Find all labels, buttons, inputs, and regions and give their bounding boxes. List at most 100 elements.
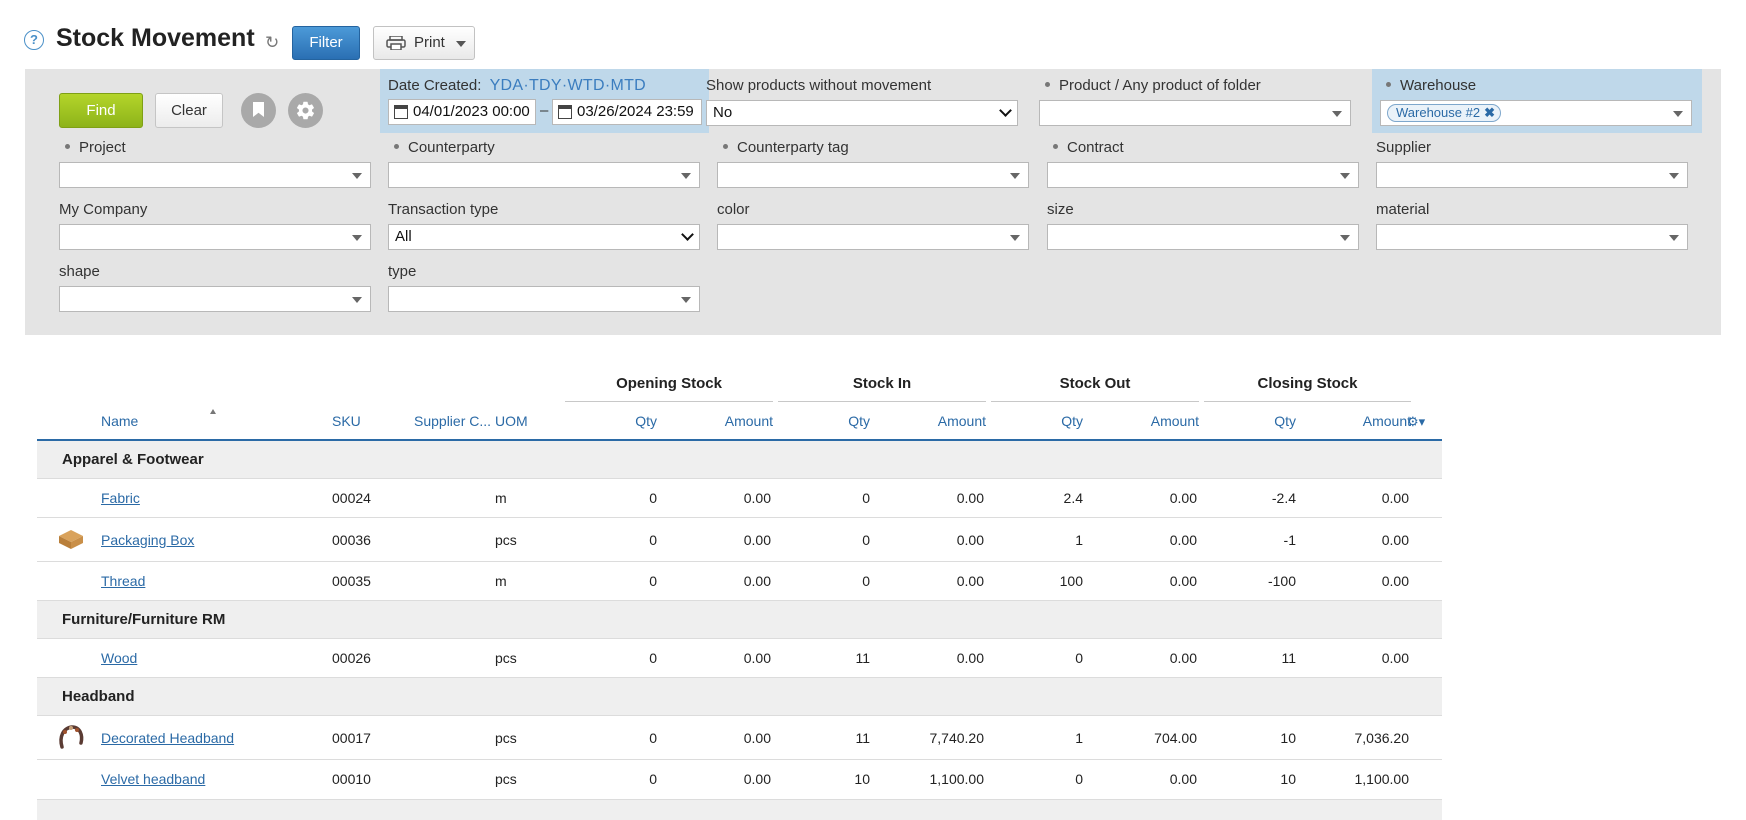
category-name: Headband [62,688,135,705]
column-header-out-amount[interactable]: Amount [1119,413,1199,429]
filter-button[interactable]: Filter [292,26,360,60]
date-to-input[interactable]: 03/26/2024 23:59 [552,99,702,125]
find-button[interactable]: Find [59,93,143,128]
column-header-out-qty[interactable]: Qty [1023,413,1083,429]
bookmark-button[interactable] [241,93,276,128]
help-icon[interactable]: ? [24,30,44,50]
warehouse-tag[interactable]: Warehouse #2 ✖ [1387,104,1502,122]
in-qty-cell: 11 [855,650,870,666]
gear-icon [296,101,315,120]
column-header-closing-amount[interactable]: Amount [1331,413,1411,429]
out-amount-cell: 0.00 [1169,771,1197,787]
chevron-down-icon [681,228,694,241]
calendar-icon[interactable] [394,105,408,119]
sku-cell: 00010 [332,771,371,787]
date-from-value: 04/01/2023 00:00 [413,103,530,120]
category-row [37,800,1442,820]
in-qty-cell: 0 [862,573,870,589]
counterparty-tag-select[interactable] [717,162,1029,188]
product-link[interactable]: Thread [101,573,145,589]
type-label: type [388,263,417,280]
printer-icon [386,36,406,50]
print-button[interactable]: Print [373,26,475,60]
opening-qty-cell: 0 [649,771,657,787]
opening-qty-cell: 0 [649,650,657,666]
counterparty-select[interactable] [388,162,700,188]
product-link[interactable]: Decorated Headband [101,730,234,746]
show-without-movement-select[interactable]: No [706,100,1018,126]
supplier-select[interactable] [1376,162,1688,188]
uom-cell: pcs [495,650,517,666]
closing-qty-cell: 10 [1280,730,1296,746]
close-icon[interactable]: ✖ [1484,105,1495,121]
material-select[interactable] [1376,224,1688,250]
transaction-type-select[interactable]: All [388,224,700,250]
color-select[interactable] [717,224,1029,250]
my-company-select[interactable] [59,224,371,250]
clear-button[interactable]: Clear [155,93,223,128]
warehouse-select[interactable]: Warehouse #2 ✖ [1380,100,1692,126]
print-label: Print [414,34,445,51]
closing-qty-cell: 10 [1280,771,1296,787]
table-row: Packaging Box 00036 pcs 0 0.00 0 0.00 1 … [37,518,1442,562]
type-select[interactable] [388,286,700,312]
product-link[interactable]: Packaging Box [101,532,194,548]
column-settings-icon[interactable]: ⚙▾ [1407,414,1425,430]
column-header-opening-amount[interactable]: Amount [693,413,773,429]
category-name: Apparel & Footwear [62,451,204,468]
category-row: Furniture/Furniture RM [37,601,1442,639]
product-link[interactable]: Wood [101,650,137,666]
column-header-sku[interactable]: SKU [332,413,361,429]
warehouse-label: Warehouse [1380,77,1476,95]
group-header-stock-out: Stock Out [991,375,1199,402]
shape-label: shape [59,263,100,280]
settings-button[interactable] [288,93,323,128]
in-qty-cell: 0 [862,490,870,506]
column-header-uom[interactable]: UOM [495,413,528,429]
in-amount-cell: 7,740.20 [929,730,985,746]
in-qty-cell: 10 [854,771,870,787]
closing-qty-cell: 11 [1281,650,1296,666]
date-from-input[interactable]: 04/01/2023 00:00 [388,99,536,125]
column-header-supplier-code[interactable]: Supplier C... [414,413,491,429]
opening-qty-cell: 0 [649,490,657,506]
date-to-value: 03/26/2024 23:59 [577,103,694,120]
column-header-name[interactable]: Name [101,413,138,429]
dropdown-arrow-icon [1010,173,1020,179]
size-select[interactable] [1047,224,1359,250]
column-header-in-qty[interactable]: Qty [810,413,870,429]
column-header-closing-qty[interactable]: Qty [1236,413,1296,429]
material-label: material [1376,201,1430,218]
dropdown-arrow-icon [1669,235,1679,241]
table-row: Decorated Headband 00017 pcs 0 0.00 11 7… [37,716,1442,760]
opening-qty-cell: 0 [649,532,657,548]
product-select[interactable] [1039,100,1351,126]
warehouse-tag-label: Warehouse #2 [1396,105,1481,120]
dropdown-arrow-icon [1669,173,1679,179]
in-qty-cell: 0 [862,532,870,548]
product-link[interactable]: Fabric [101,490,140,506]
project-select[interactable] [59,162,371,188]
date-quick-links[interactable]: YDA·TDY·WTD·MTD [490,77,646,94]
opening-amount-cell: 0.00 [743,490,771,506]
calendar-icon[interactable] [558,105,572,119]
column-header-in-amount[interactable]: Amount [906,413,986,429]
closing-amount-cell: 7,036.20 [1354,730,1410,746]
in-qty-cell: 11 [855,730,870,746]
closing-qty-cell: -100 [1267,573,1296,589]
contract-select[interactable] [1047,162,1359,188]
product-label-text: Product / Any product of folder [1059,77,1261,94]
column-header-opening-qty[interactable]: Qty [597,413,657,429]
transaction-type-label: Transaction type [388,201,499,218]
counterparty-tag-label-text: Counterparty tag [737,139,849,156]
uom-cell: pcs [495,730,517,746]
shape-select[interactable] [59,286,371,312]
filter-panel: Find Clear Date Created: YDA·TDY·WTD·MTD… [25,69,1721,335]
table-row: Fabric 00024 m 0 0.00 0 0.00 2.4 0.00 -2… [37,479,1442,518]
closing-amount-cell: 0.00 [1381,532,1409,548]
product-link[interactable]: Velvet headband [101,771,205,787]
sort-ascending-icon [210,409,216,414]
uom-cell: pcs [495,532,517,548]
uom-cell: m [495,573,507,589]
refresh-icon[interactable]: ↻ [265,33,279,53]
